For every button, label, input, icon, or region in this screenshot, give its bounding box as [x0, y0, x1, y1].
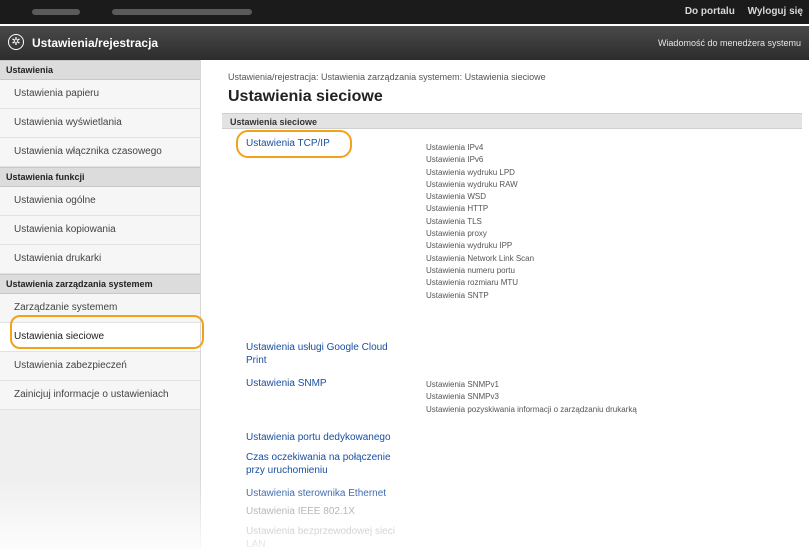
snmp-settings-link[interactable]: Ustawienia SNMP	[246, 377, 327, 390]
sidebar-item-network[interactable]: Ustawienia sieciowe	[0, 323, 200, 352]
sidebar-section-system: Ustawienia zarządzania systemem	[0, 274, 200, 294]
list-item: Ustawienia WSD	[426, 192, 487, 202]
sidebar-item-timer[interactable]: Ustawienia włącznika czasowego	[0, 138, 200, 167]
wireless-lan-line1: Ustawienia bezprzewodowej sieci	[246, 526, 395, 537]
list-item: Ustawienia pozyskiwania informacji o zar…	[426, 404, 637, 414]
portal-link[interactable]: Do portalu	[685, 6, 735, 17]
sidebar-item-copy[interactable]: Ustawienia kopiowania	[0, 216, 200, 245]
wireless-lan-link: Ustawienia bezprzewodowej sieci LAN	[246, 525, 395, 551]
sidebar-item-paper[interactable]: Ustawienia papieru	[0, 80, 200, 109]
list-item: Ustawienia IPv4	[426, 143, 484, 152]
list-item: Ustawienia IPv6	[426, 155, 484, 165]
list-item: Ustawienia wydruku LPD	[426, 167, 515, 177]
list-item: Ustawienia Network Link Scan	[426, 253, 535, 263]
dedicated-port-link[interactable]: Ustawienia portu dedykowanego	[246, 431, 391, 444]
list-item: Ustawienia TLS	[426, 216, 482, 226]
tcpip-settings-link[interactable]: Ustawienia TCP/IP	[246, 137, 330, 150]
startup-wait-line1: Czas oczekiwania na połączenie	[246, 452, 391, 463]
blurred-text	[112, 9, 252, 15]
sidebar: Ustawienia Ustawienia papieru Ustawienia…	[0, 60, 201, 549]
list-item: Ustawienia SNMPv3	[426, 392, 499, 402]
top-links: Do portalu Wyloguj się	[675, 6, 803, 17]
startup-wait-time-link[interactable]: Czas oczekiwania na połączenie przy uruc…	[246, 451, 391, 477]
wireless-lan-line2: LAN	[246, 539, 266, 550]
list-item: Ustawienia numeru portu	[426, 265, 515, 275]
header-title: Ustawienia/rejestracja	[32, 36, 159, 50]
logout-link[interactable]: Wyloguj się	[748, 6, 803, 17]
sidebar-section-functions: Ustawienia funkcji	[0, 167, 200, 187]
sidebar-item-general[interactable]: Ustawienia ogólne	[0, 187, 200, 216]
settings-gear-icon: ✲	[8, 34, 24, 50]
tcpip-subitems: Ustawienia IPv4 Ustawienia IPv6 Ustawien…	[426, 142, 534, 302]
list-item: Ustawienia proxy	[426, 229, 487, 239]
sidebar-section-settings: Ustawienia	[0, 60, 200, 80]
startup-wait-line2: przy uruchomieniu	[246, 465, 328, 476]
list-item: Ustawienia HTTP	[426, 204, 489, 214]
section-header: Ustawienia sieciowe	[222, 113, 802, 129]
google-cloud-print-line2: Print	[246, 355, 267, 366]
blurred-text	[32, 9, 80, 15]
breadcrumb: Ustawienia/rejestracja: Ustawienia zarzą…	[228, 72, 546, 82]
ethernet-driver-link[interactable]: Ustawienia sterownika Ethernet	[246, 487, 386, 500]
ieee-8021x-link: Ustawienia IEEE 802.1X	[246, 506, 355, 517]
sidebar-item-printer[interactable]: Ustawienia drukarki	[0, 245, 200, 274]
top-bar: Do portalu Wyloguj się	[0, 0, 809, 24]
sidebar-item-initialize[interactable]: Zainicjuj informacje o ustawieniach	[0, 381, 200, 410]
snmp-subitems: Ustawienia SNMPv1 Ustawienia SNMPv3 Usta…	[426, 379, 637, 416]
header-bar: ✲ Ustawienia/rejestracja Wiadomość do me…	[0, 26, 809, 60]
main-content: Ustawienia/rejestracja: Ustawienia zarzą…	[200, 60, 809, 551]
list-item: Ustawienia wydruku RAW	[426, 179, 518, 189]
google-cloud-print-link[interactable]: Ustawienia usługi Google Cloud Print	[246, 341, 388, 367]
sidebar-item-security[interactable]: Ustawienia zabezpieczeń	[0, 352, 200, 381]
list-item: Ustawienia SNTP	[426, 290, 489, 300]
message-to-admin-link[interactable]: Wiadomość do menedżera systemu	[658, 38, 801, 48]
sidebar-item-display[interactable]: Ustawienia wyświetlania	[0, 109, 200, 138]
page-title: Ustawienia sieciowe	[228, 88, 383, 105]
sidebar-item-system-management[interactable]: Zarządzanie systemem	[0, 294, 200, 323]
list-item: Ustawienia wydruku IPP	[426, 241, 513, 251]
google-cloud-print-line1: Ustawienia usługi Google Cloud	[246, 342, 388, 353]
list-item: Ustawienia rozmiaru MTU	[426, 278, 519, 288]
list-item: Ustawienia SNMPv1	[426, 380, 499, 389]
